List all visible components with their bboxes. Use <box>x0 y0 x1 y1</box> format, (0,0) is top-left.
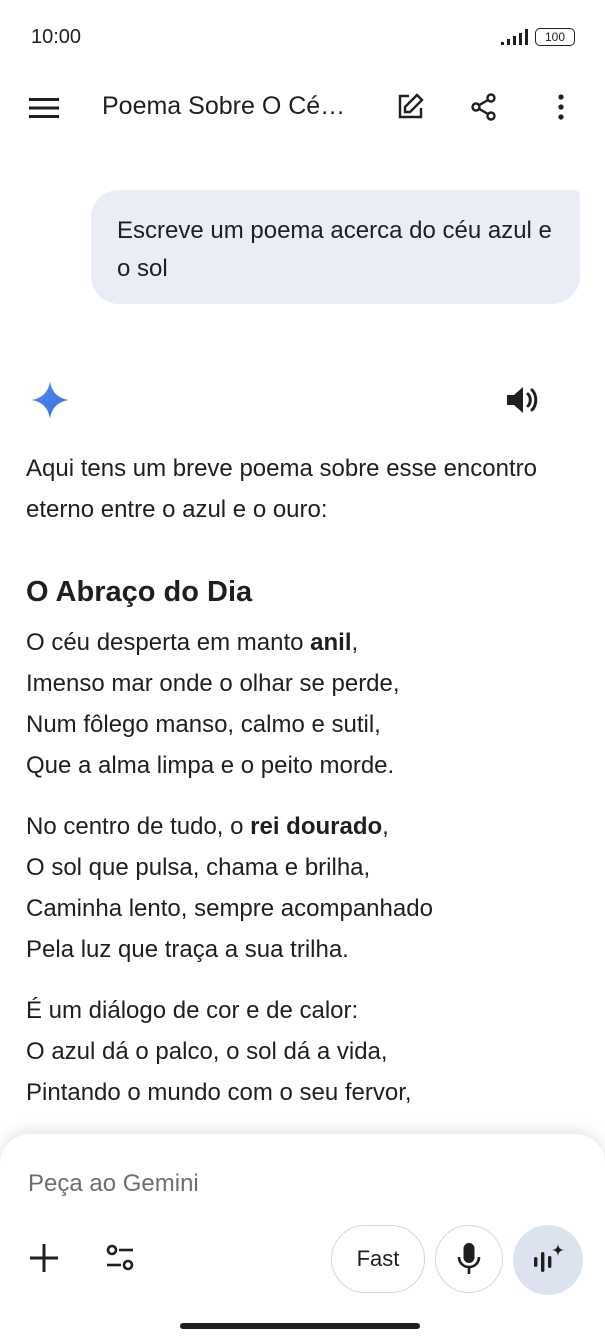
app-bar: Poema Sobre O Cé… <box>0 76 605 138</box>
status-bar: 10:00 100 <box>0 0 605 76</box>
edit-button[interactable] <box>390 87 430 127</box>
more-options-button[interactable] <box>541 87 581 127</box>
poem-stanza-2: No centro de tudo, o rei dourado, O sol … <box>26 806 586 970</box>
microphone-button[interactable] <box>435 1225 503 1293</box>
gemini-spark-icon <box>31 381 69 419</box>
poem-line: O azul dá o palco, o sol dá a vida, <box>26 1038 388 1065</box>
poem-stanza-3: É um diálogo de cor e de calor: O azul d… <box>26 990 586 1113</box>
tools-button[interactable] <box>100 1238 140 1278</box>
plus-icon <box>30 1244 58 1272</box>
poem-line: Caminha lento, sempre acompanhado <box>26 895 433 922</box>
menu-icon <box>29 98 59 118</box>
share-button[interactable] <box>464 87 504 127</box>
poem-line: Que a alma limpa e o peito morde. <box>26 752 395 779</box>
poem-line: O céu desperta em manto anil, <box>26 629 359 656</box>
poem-line: O sol que pulsa, chama e brilha, <box>26 854 371 881</box>
status-time: 10:00 <box>31 26 82 48</box>
prompt-input-panel: Peça ao Gemini Fast <box>0 1134 605 1342</box>
battery-level: 100 <box>544 30 566 44</box>
gemini-response: Aqui tens um breve poema sobre esse enco… <box>26 448 586 1113</box>
poem-title: O Abraço do Dia <box>26 576 253 608</box>
user-message-bubble[interactable]: Escreve um poema acerca do céu azul e o … <box>91 190 580 304</box>
speaker-icon[interactable] <box>504 384 540 416</box>
battery-icon: 100 <box>535 28 575 46</box>
response-intro: Aqui tens um breve poema sobre esse enco… <box>26 455 537 523</box>
poem-line: É um diálogo de cor e de calor: <box>26 997 359 1024</box>
poem-line: No centro de tudo, o rei dourado, <box>26 813 389 840</box>
poem-stanza-1: O céu desperta em manto anil, Imenso mar… <box>26 622 586 786</box>
live-waveform-icon <box>534 1244 564 1272</box>
prompt-input[interactable]: Peça ao Gemini <box>28 1170 199 1198</box>
poem-line: Imenso mar onde o olhar se perde, <box>26 670 400 697</box>
more-vert-icon <box>558 94 564 120</box>
gemini-live-button[interactable] <box>513 1225 583 1295</box>
microphone-icon <box>457 1243 481 1274</box>
poem-line: Pintando o mundo com o seu fervor, <box>26 1079 412 1106</box>
poem-line: Num fôlego manso, calmo e sutil, <box>26 711 381 738</box>
share-icon <box>471 93 496 121</box>
poem-line: Pela luz que traça a sua trilha. <box>26 936 349 963</box>
add-button[interactable] <box>24 1238 64 1278</box>
edit-icon <box>398 93 424 119</box>
signal-icon <box>501 29 528 45</box>
model-mode-label: Fast <box>356 1246 400 1271</box>
user-message-text: Escreve um poema acerca do céu azul e o … <box>117 217 552 282</box>
home-indicator[interactable] <box>180 1323 420 1329</box>
tune-icon <box>106 1244 134 1271</box>
menu-button[interactable] <box>24 88 64 128</box>
model-mode-button[interactable]: Fast <box>331 1225 425 1293</box>
conversation-title[interactable]: Poema Sobre O Cé… <box>102 92 345 121</box>
